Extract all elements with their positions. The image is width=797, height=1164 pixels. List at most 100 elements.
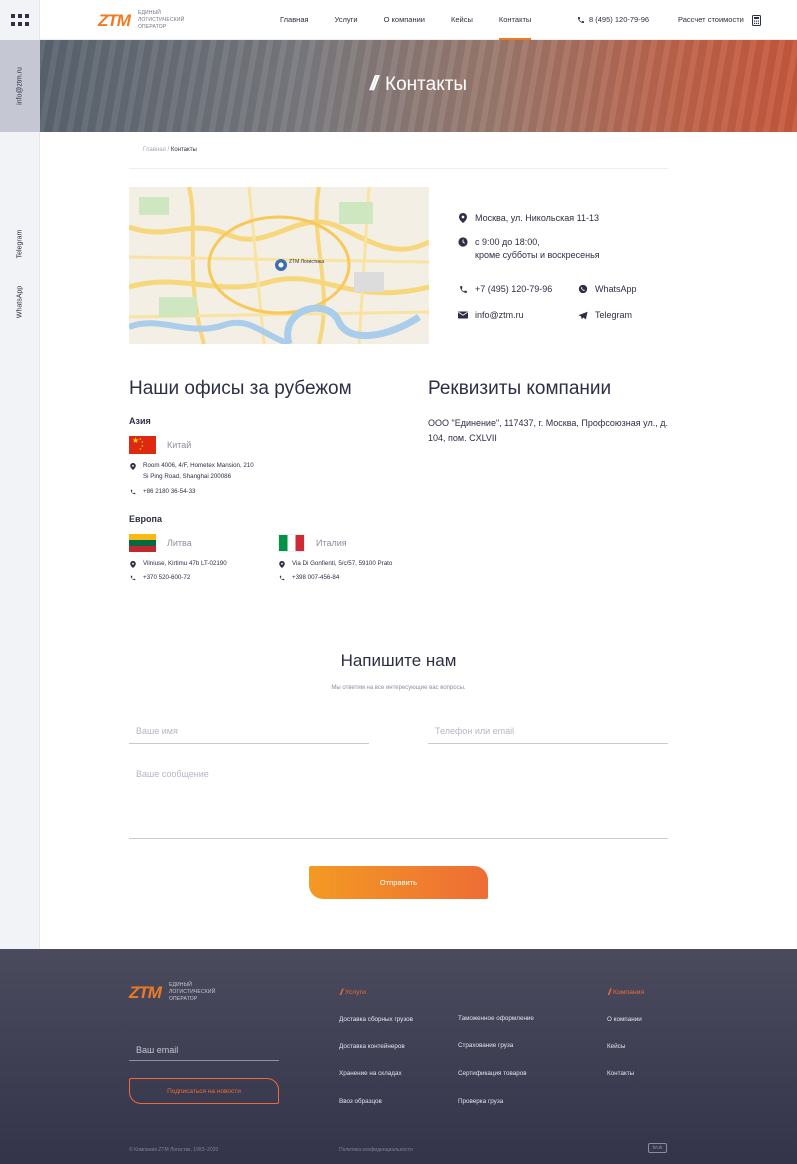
privacy-link[interactable]: Политика конфиденциальности xyxy=(339,1147,413,1153)
breadcrumb-separator: / xyxy=(167,147,170,153)
map-graphic xyxy=(129,187,429,344)
divider xyxy=(129,168,668,169)
rail-telegram-link[interactable]: Telegram xyxy=(17,230,24,259)
footer-company-title: Компания xyxy=(613,988,645,996)
site-logo[interactable]: ZTM Единый логистический оператор xyxy=(98,10,198,31)
phone-icon xyxy=(130,575,136,581)
contact-telegram[interactable]: Telegram xyxy=(578,309,632,322)
footer-services-heading: // Услуги xyxy=(340,987,366,997)
telegram-icon xyxy=(578,311,588,319)
footer-company-heading: // Компания xyxy=(608,987,644,997)
country-italy: Италия xyxy=(278,534,347,552)
contact-hours: с 9:00 до 18:00, кроме субботы и воскрес… xyxy=(458,236,600,262)
country-lithuania-name: Литва xyxy=(167,538,192,548)
copyright: © Компания ZTM Логистик, 1993–2020 xyxy=(129,1147,219,1153)
phone-icon xyxy=(459,285,467,293)
submit-button[interactable]: Отправить xyxy=(309,866,488,899)
footer-logo-mark: ZTM xyxy=(129,983,162,1002)
footer-link-storage[interactable]: Хранение на складах xyxy=(339,1070,402,1077)
region-asia: Азия xyxy=(129,416,151,426)
country-china: ★ ★ ★ ★ ★ Китай xyxy=(129,436,191,454)
footer-logo[interactable]: ZTM Единый логистический оператор xyxy=(129,982,229,1003)
map-pin-label: ZTM Логистика xyxy=(289,259,325,265)
region-europe: Европа xyxy=(129,514,162,524)
breadcrumb-current: Контакты xyxy=(170,147,197,153)
phone-icon xyxy=(578,17,584,23)
footer-link-samples[interactable]: Ввоз образцов xyxy=(339,1098,382,1105)
rail-whatsapp-link[interactable]: WhatsApp xyxy=(17,286,24,318)
footer-link-insurance[interactable]: Страхование груза xyxy=(458,1042,513,1049)
nav-about[interactable]: О компании xyxy=(384,0,425,40)
footer-link-about[interactable]: О компании xyxy=(607,1016,642,1023)
hero-title-text: Контакты xyxy=(385,73,468,95)
footer-link-consolidated[interactable]: Доставка сборных грузов xyxy=(339,1016,413,1023)
slash-decor-icon: // xyxy=(340,987,343,997)
contact-phone[interactable]: +7 (495) 120-79-96 xyxy=(458,283,552,296)
breadcrumb: Главная / Контакты xyxy=(143,147,197,153)
nav-contacts[interactable]: Контакты xyxy=(498,0,532,40)
form-subtitle: Мы ответим на все интересующие вас вопро… xyxy=(331,685,466,691)
footer-link-containers[interactable]: Доставка контейнеров xyxy=(339,1043,405,1050)
rail-email-link[interactable]: info@ztm.ru xyxy=(17,67,24,105)
menu-grid-icon[interactable] xyxy=(11,14,29,26)
message-textarea[interactable] xyxy=(129,767,668,839)
contact-email[interactable]: info@ztm.ru xyxy=(458,309,524,322)
location-pin-icon xyxy=(459,213,467,223)
contact-phone-text: +7 (495) 120-79-96 xyxy=(475,284,553,294)
china-phone[interactable]: +86 2180 36-54-33 xyxy=(129,487,195,498)
logo-mark: ZTM xyxy=(98,11,131,30)
developer-badge[interactable]: bruk xyxy=(648,1143,667,1153)
italy-flag-icon xyxy=(278,534,305,552)
requisites-text: ООО "Единение", 117437, г. Москва, Профс… xyxy=(428,418,668,443)
location-pin-icon xyxy=(130,561,136,568)
header-phone-number: 8 (495) 120-79-96 xyxy=(589,15,650,24)
rail-email-block[interactable]: info@ztm.ru xyxy=(0,40,40,132)
contact-whatsapp[interactable]: WhatsApp xyxy=(578,283,637,296)
nav-services[interactable]: Услуги xyxy=(335,0,358,40)
breadcrumb-home[interactable]: Главная xyxy=(143,147,166,153)
italy-address-text: Via Di Gonfienti, 5/c/57, 59100 Prato xyxy=(292,560,393,567)
name-input[interactable] xyxy=(129,719,369,744)
china-address: Room 4006, 4/F, Hometex Mansion, 210 Si … xyxy=(129,461,254,482)
china-address-line2: Si Ping Road, Shanghai 200086 xyxy=(143,472,232,480)
footer-services-title: Услуги xyxy=(345,988,366,996)
hero-banner: // Контакты xyxy=(40,40,797,132)
lithuania-phone[interactable]: +370 520-600-72 xyxy=(129,573,190,584)
footer-link-inspection[interactable]: Проверка груза xyxy=(458,1098,503,1105)
left-rail: info@ztm.ru Telegram WhatsApp xyxy=(0,0,40,949)
china-flag-icon: ★ ★ ★ ★ ★ xyxy=(129,436,156,454)
contact-input[interactable] xyxy=(428,719,668,744)
offices-title: Наши офисы за рубежом xyxy=(129,378,352,399)
lithuania-phone-text: +370 520-600-72 xyxy=(143,574,191,581)
location-pin-icon xyxy=(130,463,136,470)
form-title: Напишите нам xyxy=(340,651,457,670)
contact-telegram-text: Telegram xyxy=(595,310,633,320)
country-lithuania: Литва xyxy=(129,534,192,552)
contact-hours-line1: с 9:00 до 18:00, xyxy=(475,237,540,247)
lithuania-address: Vilniuse, Kirtimu 47b LT-02190 xyxy=(129,559,227,570)
main-nav: Главная Услуги О компании Кейсы Контакты xyxy=(280,0,557,40)
china-phone-text: +86 2180 36-54-33 xyxy=(143,488,196,495)
newsletter-email-input[interactable] xyxy=(129,1039,279,1061)
location-map[interactable]: ZTM Логистика xyxy=(129,187,429,344)
italy-address: Via Di Gonfienti, 5/c/57, 59100 Prato xyxy=(278,559,392,570)
italy-phone[interactable]: +398 007-456-84 xyxy=(278,573,339,584)
lithuania-flag-icon xyxy=(129,534,156,552)
subscribe-button[interactable]: Подписаться на новости xyxy=(129,1078,279,1104)
slash-decor-icon: // xyxy=(608,987,611,997)
nav-cases[interactable]: Кейсы xyxy=(451,0,473,40)
contact-address: Москва, ул. Никольская 11-13 xyxy=(458,212,599,225)
slash-decor-icon: // xyxy=(369,73,378,95)
footer-link-certification[interactable]: Сертификация товаров xyxy=(458,1070,527,1077)
contact-email-text: info@ztm.ru xyxy=(475,310,524,320)
header-phone[interactable]: 8 (495) 120-79-96 xyxy=(577,0,649,40)
contact-hours-line2: кроме субботы и воскресенья xyxy=(475,250,600,260)
contact-whatsapp-text: WhatsApp xyxy=(595,284,637,294)
calc-cost-button[interactable]: Рассчет стоимости xyxy=(678,0,761,40)
footer-link-cases[interactable]: Кейсы xyxy=(607,1043,625,1050)
calc-cost-label: Рассчет стоимости xyxy=(678,15,744,24)
footer-link-contacts[interactable]: Контакты xyxy=(607,1070,634,1077)
nav-home[interactable]: Главная xyxy=(280,0,309,40)
footer-logo-caption: Единый логистический оператор xyxy=(168,982,216,1002)
footer-link-customs[interactable]: Таможенное оформление xyxy=(458,1015,534,1022)
